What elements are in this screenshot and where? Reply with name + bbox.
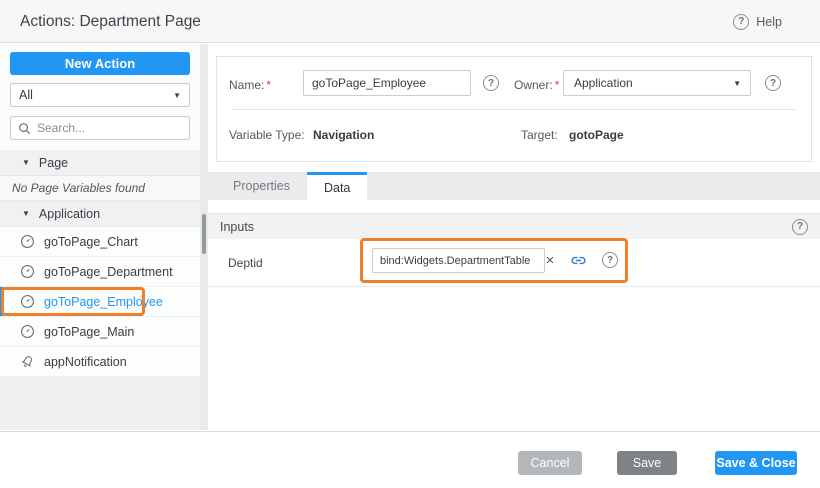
dropdown-caret-icon: ▼ <box>733 79 741 88</box>
tree-group-label: Page <box>39 156 68 170</box>
sidebar-item-gotopage-department[interactable]: goToPage_Department <box>0 257 200 287</box>
name-input[interactable] <box>303 70 471 96</box>
action-filter-select[interactable]: All ▼ <box>10 83 190 107</box>
owner-label: Owner:* <box>514 78 559 92</box>
tree-item-label: appNotification <box>44 355 127 369</box>
input-row-deptid: Deptid × ? <box>208 239 820 287</box>
help-icon: ? <box>733 14 749 30</box>
deptid-bind-input[interactable] <box>372 248 545 273</box>
selection-indicator <box>0 287 3 316</box>
tree-group-page[interactable]: ▼ Page <box>0 150 200 176</box>
tree-item-label: goToPage_Chart <box>44 235 138 249</box>
dialog-header: Actions: Department Page ? Help <box>0 0 820 43</box>
search-input[interactable] <box>37 121 182 135</box>
sidebar-controls: New Action All ▼ <box>0 44 200 150</box>
tree-group-application[interactable]: ▼ Application <box>0 201 200 227</box>
filter-selected-value: All <box>19 88 33 102</box>
action-summary-panel: Name:* ? Owner:* Application ▼ ? Variabl… <box>216 56 812 162</box>
scrollbar-thumb[interactable] <box>202 214 206 254</box>
dropdown-caret-icon: ▼ <box>173 91 181 100</box>
target-value: gotoPage <box>569 128 624 142</box>
variable-type-value: Navigation <box>313 128 374 142</box>
navigation-icon <box>20 294 35 309</box>
sidebar-item-gotopage-chart[interactable]: goToPage_Chart <box>0 227 200 257</box>
panel-divider <box>232 109 796 110</box>
sidebar-item-appnotification[interactable]: appNotification <box>0 347 200 377</box>
page-title: Actions: Department Page <box>20 0 201 43</box>
clear-icon: × <box>546 252 555 269</box>
help-button[interactable]: ? Help <box>733 0 782 43</box>
tree-empty-message: No Page Variables found <box>0 176 200 201</box>
owner-help-icon[interactable]: ? <box>765 75 781 91</box>
tree-item-label: goToPage_Department <box>44 265 173 279</box>
sidebar-scrollbar[interactable] <box>200 44 208 430</box>
link-icon <box>570 252 587 269</box>
navigation-icon <box>20 234 35 249</box>
required-asterisk: * <box>266 78 271 92</box>
help-label: Help <box>756 15 782 29</box>
actions-dialog: Actions: Department Page ? Help New Acti… <box>0 0 820 488</box>
new-action-button[interactable]: New Action <box>10 52 190 75</box>
tab-data[interactable]: Data <box>307 172 367 200</box>
name-help-icon[interactable]: ? <box>483 75 499 91</box>
cancel-button[interactable]: Cancel <box>518 451 582 475</box>
save-button[interactable]: Save <box>617 451 677 475</box>
bind-button[interactable] <box>570 252 587 269</box>
inputs-section-header: Inputs ? <box>208 213 820 239</box>
sidebar-item-gotopage-main[interactable]: goToPage_Main <box>0 317 200 347</box>
owner-select[interactable]: Application ▼ <box>563 70 751 96</box>
navigation-icon <box>20 324 35 339</box>
inputs-title: Inputs <box>220 220 254 234</box>
deptid-help-icon[interactable]: ? <box>602 252 618 268</box>
clear-binding-button[interactable]: × <box>541 248 559 273</box>
owner-selected-value: Application <box>574 76 633 90</box>
dialog-footer: Cancel Save Save & Close <box>0 431 820 488</box>
tree-item-label: goToPage_Main <box>44 325 134 339</box>
tab-bar: Properties Data <box>208 172 820 200</box>
required-asterisk: * <box>555 78 560 92</box>
tab-properties[interactable]: Properties <box>216 172 307 200</box>
notification-icon <box>20 354 35 369</box>
navigation-icon <box>20 264 35 279</box>
main-panel: Name:* ? Owner:* Application ▼ ? Variabl… <box>208 44 820 430</box>
tree-group-label: Application <box>39 207 100 221</box>
tree-item-label: goToPage_Employee <box>44 295 163 309</box>
deptid-label: Deptid <box>228 256 263 270</box>
sidebar-search[interactable] <box>10 116 190 140</box>
inputs-help-icon[interactable]: ? <box>792 219 808 235</box>
collapse-caret-icon: ▼ <box>22 158 30 167</box>
name-label: Name:* <box>229 78 271 92</box>
variable-type-label: Variable Type: <box>229 128 305 142</box>
target-label: Target: <box>521 128 558 142</box>
collapse-caret-icon: ▼ <box>22 209 30 218</box>
sidebar-item-gotopage-employee[interactable]: goToPage_Employee <box>0 287 200 317</box>
actions-sidebar: New Action All ▼ ▼ Page No Page Variable… <box>0 44 200 430</box>
search-icon <box>18 122 31 135</box>
save-and-close-button[interactable]: Save & Close <box>715 451 797 475</box>
